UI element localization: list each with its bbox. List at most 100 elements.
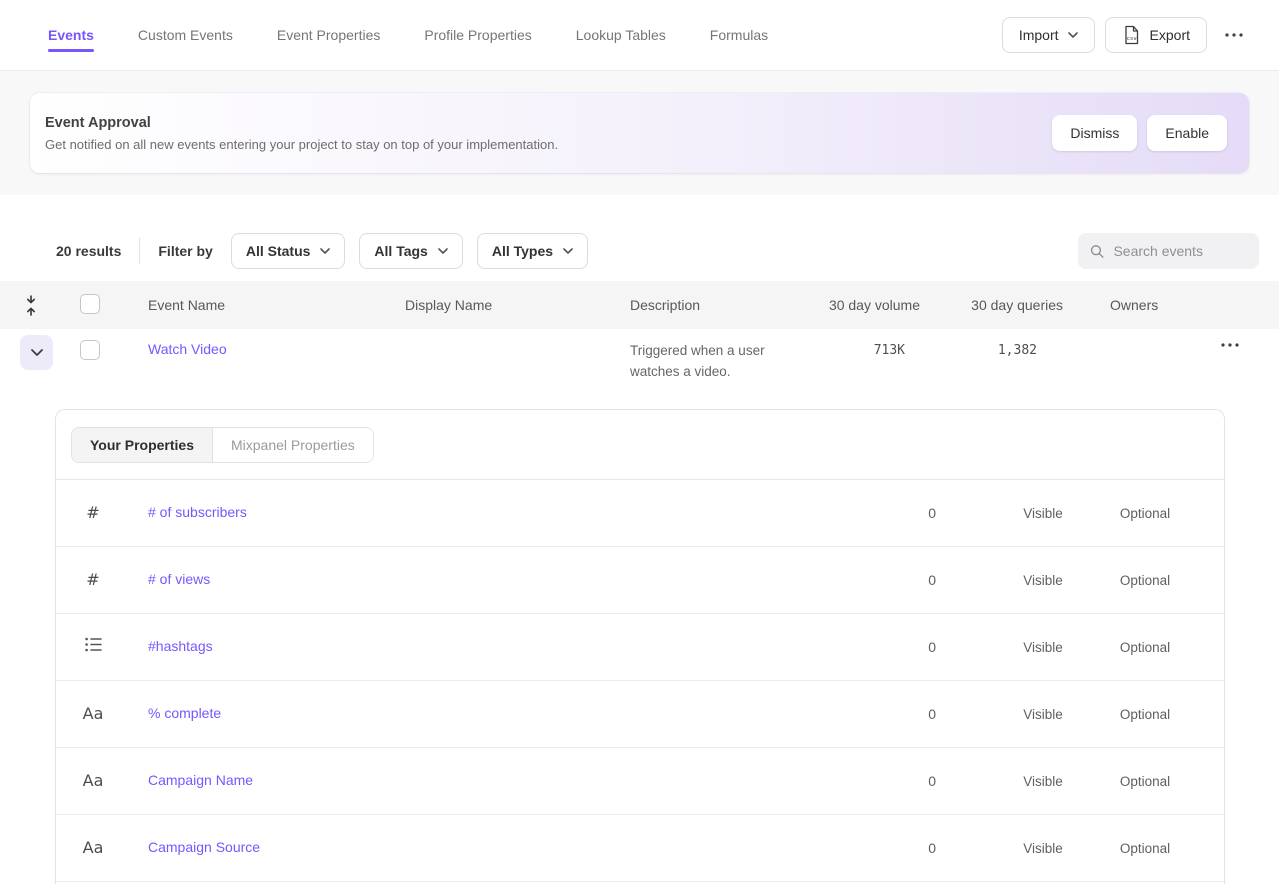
row-checkbox[interactable] [80,340,100,360]
property-row: #hashtags 0 Visible Optional [56,614,1224,681]
tab-mixpanel-properties[interactable]: Mixpanel Properties [213,428,373,462]
tab-events[interactable]: Events [48,0,94,70]
property-status: Optional [1110,707,1180,722]
property-status: Optional [1110,640,1180,655]
svg-text:csv: csv [1126,36,1137,42]
more-options-button[interactable] [1217,27,1251,43]
number-type-icon: # [83,503,103,522]
dismiss-button[interactable]: Dismiss [1052,115,1137,151]
search-input[interactable] [1113,243,1247,259]
property-visibility: Visible [976,707,1110,722]
chevron-down-icon [563,248,573,254]
property-row: # # of views 0 Visible Optional [56,547,1224,614]
property-visibility: Visible [976,774,1110,789]
text-type-icon: Aa [83,704,103,723]
top-navigation: Events Custom Events Event Properties Pr… [0,0,1279,71]
search-icon [1090,243,1104,260]
enable-button[interactable]: Enable [1147,115,1227,151]
filter-row: 20 results Filter by All Status All Tags… [56,233,1259,269]
text-type-icon: Aa [83,771,103,790]
property-status: Optional [1110,506,1180,521]
export-button[interactable]: csv Export [1105,17,1207,53]
property-visibility: Visible [976,573,1110,588]
event-queries: 1,382 [920,343,1063,358]
properties-tabs: Your Properties Mixpanel Properties [71,427,374,463]
types-filter-dropdown[interactable]: All Types [477,233,588,269]
event-volume: 713K [800,343,920,358]
event-description: Triggered when a user watches a video. [620,340,800,382]
property-visibility: Visible [976,640,1110,655]
events-table-header: Event Name Display Name Description 30 d… [0,281,1279,329]
import-button-label: Import [1019,27,1059,43]
property-queries: 0 [816,840,976,856]
column-header-queries[interactable]: 30 day queries [920,297,1063,313]
property-name-link[interactable]: # of views [148,571,210,587]
property-queries: 0 [816,572,976,588]
list-type-icon [83,637,103,652]
property-row: Aa % complete 0 Visible Optional [56,681,1224,748]
collapse-row-button[interactable] [20,335,53,370]
tab-formulas[interactable]: Formulas [710,0,768,70]
property-row: Aa Campaign Source 0 Visible Optional [56,815,1224,882]
status-filter-label: All Status [246,243,311,259]
property-queries: 0 [816,505,976,521]
property-name-link[interactable]: Campaign Name [148,772,253,788]
tab-event-properties[interactable]: Event Properties [277,0,381,70]
filter-by-label: Filter by [158,243,212,259]
chevron-down-icon [320,248,330,254]
event-approval-banner: Event Approval Get notified on all new e… [30,93,1249,173]
event-name-link[interactable]: Watch Video [148,341,227,357]
chevron-down-icon [31,349,43,356]
properties-list: # # of subscribers 0 Visible Optional # … [56,480,1224,882]
property-queries: 0 [816,773,976,789]
tab-lookup-tables[interactable]: Lookup Tables [576,0,666,70]
search-box[interactable] [1078,233,1259,269]
number-type-icon: # [83,570,103,589]
chevron-down-icon [438,248,448,254]
column-header-display-name[interactable]: Display Name [390,297,620,313]
property-queries: 0 [816,706,976,722]
property-status: Optional [1110,841,1180,856]
ellipsis-icon [1225,33,1243,37]
collapse-all-icon [24,295,38,316]
results-count: 20 results [56,243,121,259]
property-status: Optional [1110,774,1180,789]
chevron-down-icon [1068,32,1078,38]
import-button[interactable]: Import [1002,17,1095,53]
banner-actions: Dismiss Enable [1052,115,1227,151]
divider [139,238,140,264]
export-button-label: Export [1150,27,1190,43]
status-filter-dropdown[interactable]: All Status [231,233,346,269]
tab-your-properties[interactable]: Your Properties [72,428,213,462]
event-row: Watch Video Triggered when a user watche… [0,329,1279,409]
banner-text: Event Approval Get notified on all new e… [45,115,558,152]
event-actions-button[interactable] [1215,339,1245,351]
property-visibility: Visible [976,841,1110,856]
property-name-link[interactable]: # of subscribers [148,504,247,520]
property-name-link[interactable]: % complete [148,705,221,721]
select-all-checkbox[interactable] [80,294,100,314]
collapse-all-button[interactable] [24,295,38,316]
property-name-link[interactable]: #hashtags [148,638,213,654]
banner-section: Event Approval Get notified on all new e… [0,71,1279,195]
text-type-icon: Aa [83,838,103,857]
column-header-owners[interactable]: Owners [1063,297,1180,313]
tags-filter-dropdown[interactable]: All Tags [359,233,462,269]
column-header-description[interactable]: Description [620,297,800,313]
banner-description: Get notified on all new events entering … [45,137,558,152]
property-queries: 0 [816,639,976,655]
nav-actions: Import csv Export [1002,17,1251,53]
banner-title: Event Approval [45,115,558,131]
tab-profile-properties[interactable]: Profile Properties [424,0,531,70]
column-header-event-name[interactable]: Event Name [120,297,390,313]
properties-tabbar: Your Properties Mixpanel Properties [56,410,1224,480]
property-status: Optional [1110,573,1180,588]
property-name-link[interactable]: Campaign Source [148,839,260,855]
tab-custom-events[interactable]: Custom Events [138,0,233,70]
lexicon-tabs: Events Custom Events Event Properties Pr… [48,0,768,70]
property-visibility: Visible [976,506,1110,521]
column-header-volume[interactable]: 30 day volume [800,297,920,313]
property-row: # # of subscribers 0 Visible Optional [56,480,1224,547]
ellipsis-icon [1221,343,1239,347]
tags-filter-label: All Tags [374,243,427,259]
